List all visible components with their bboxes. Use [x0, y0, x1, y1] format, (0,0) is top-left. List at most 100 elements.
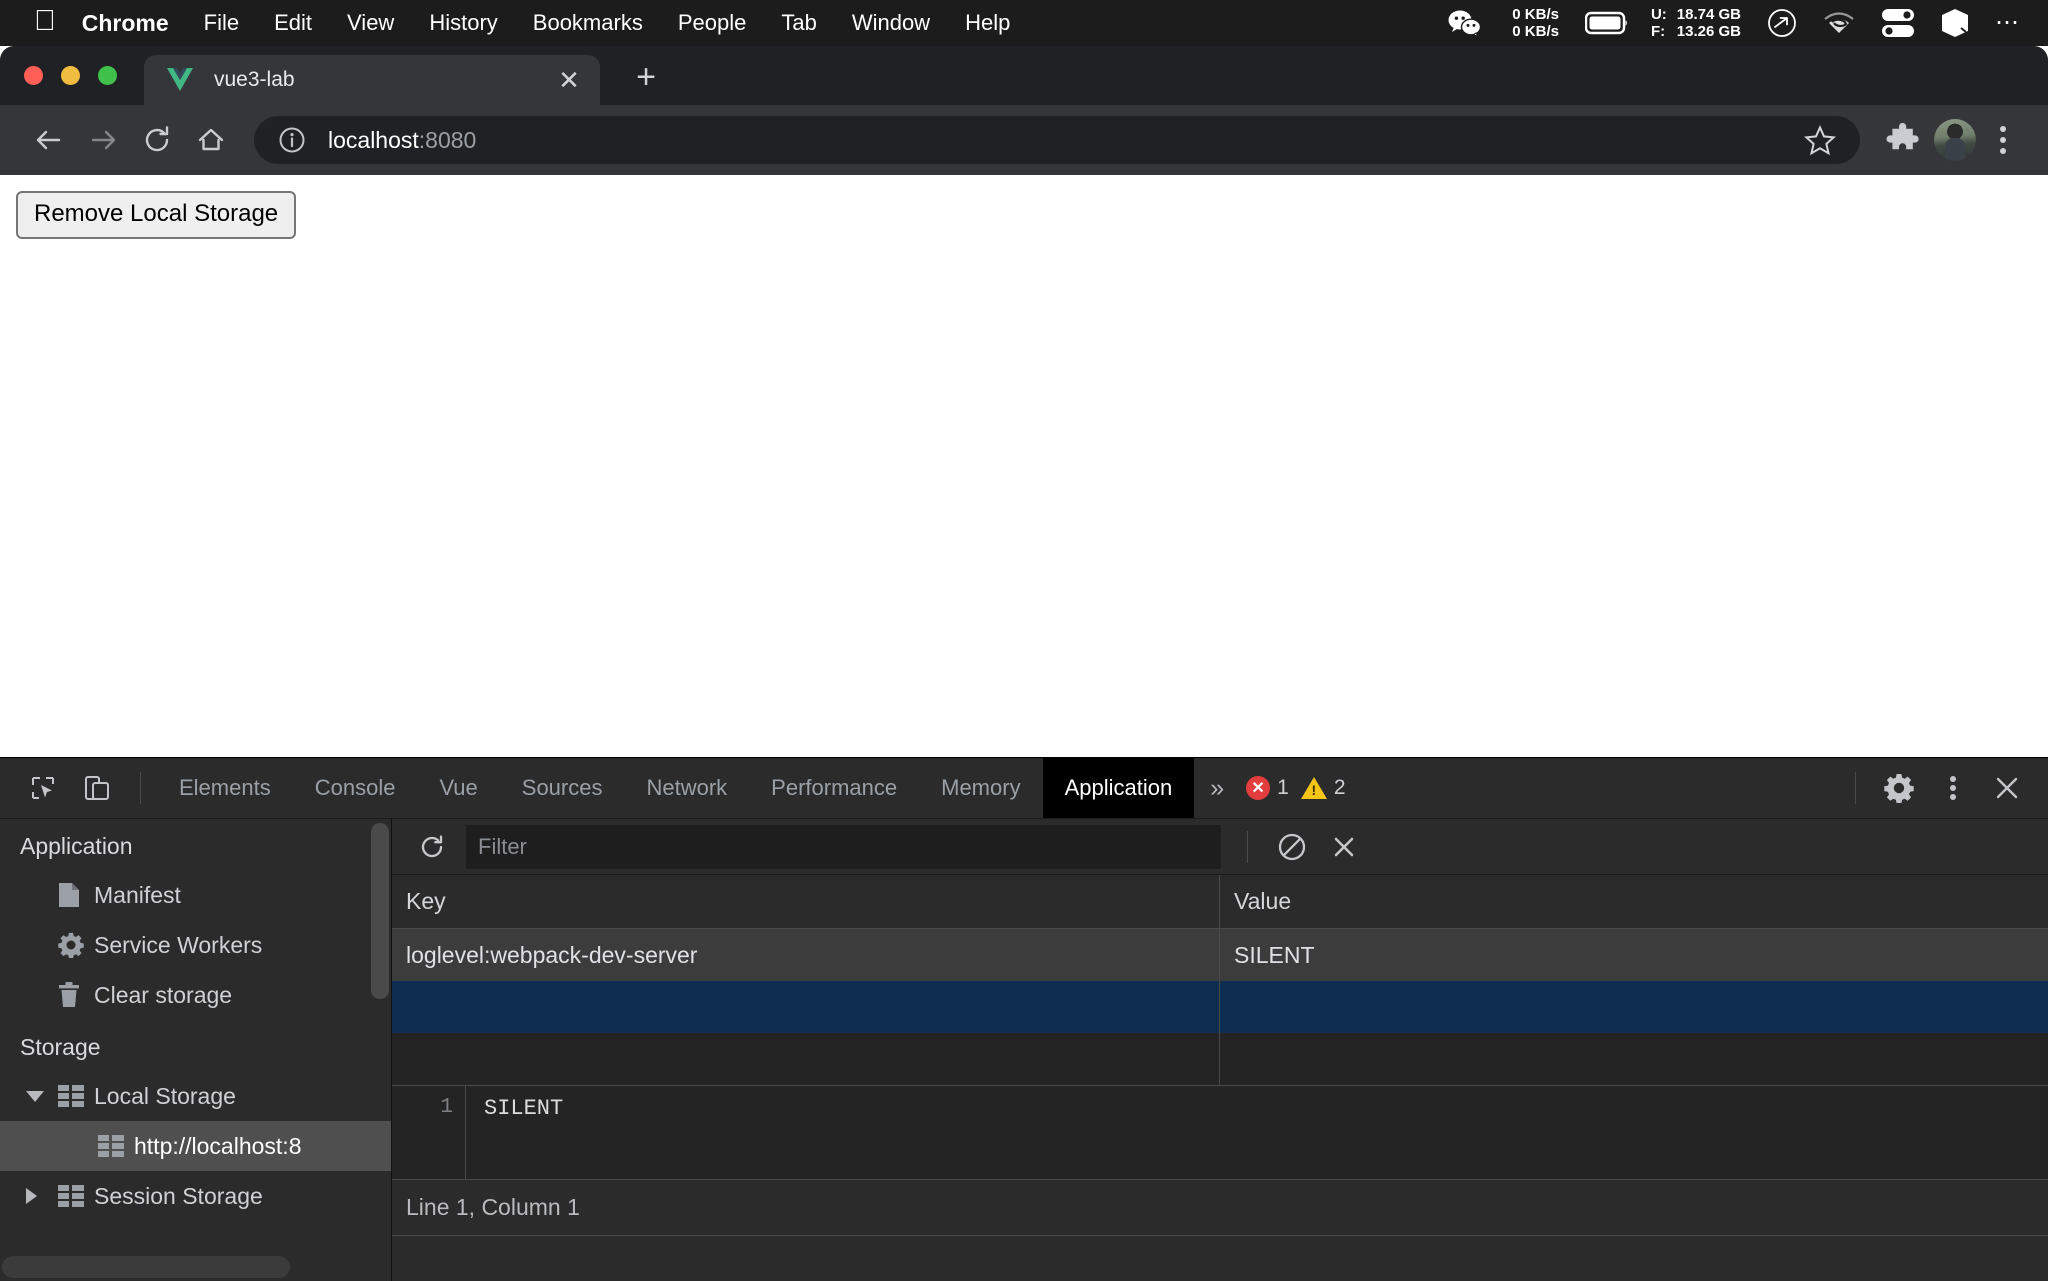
storage-toolbar [392, 819, 2048, 875]
maximize-window-button[interactable] [98, 66, 117, 85]
sidebar-item-clear-storage[interactable]: Clear storage [0, 970, 391, 1020]
memory-used-label: U: [1651, 6, 1667, 23]
window-traffic-lights [0, 66, 117, 105]
cell-value-empty [1220, 1033, 2048, 1085]
memory-free-value: 13.26 GB [1677, 23, 1741, 40]
address-bar-url: localhost:8080 [328, 127, 476, 154]
tab-network[interactable]: Network [624, 758, 749, 818]
sidebar-item-service-workers[interactable]: Service Workers [0, 920, 391, 970]
tab-memory[interactable]: Memory [919, 758, 1042, 818]
network-download-speed: 0 KB/s [1512, 23, 1559, 40]
cell-value [1220, 981, 2048, 1033]
new-tab-button[interactable]: + [626, 57, 666, 97]
page-viewport: Remove Local Storage [0, 175, 2048, 817]
preview-content[interactable]: SILENT [466, 1086, 563, 1179]
wifi-icon[interactable] [1823, 10, 1855, 36]
ellipsis-icon[interactable]: ⋯ [1995, 18, 2022, 28]
sidebar-item-local-storage[interactable]: Local Storage [0, 1071, 391, 1121]
arrow-right-icon[interactable] [76, 113, 130, 167]
sidebar-group-application: Application [0, 819, 391, 870]
sidebar-item-label: http://localhost:8 [134, 1133, 302, 1160]
url-host: localhost [328, 127, 419, 153]
memory-used-value: 18.74 GB [1677, 6, 1741, 23]
info-circle-icon[interactable] [278, 126, 306, 154]
clock-arrow-icon[interactable] [1767, 8, 1797, 38]
divider [1247, 831, 1248, 863]
menu-item-file[interactable]: File [204, 10, 239, 36]
sidebar-item-manifest[interactable]: Manifest [0, 870, 391, 920]
storage-table-header: Key Value [392, 875, 2048, 929]
tab-console[interactable]: Console [293, 758, 418, 818]
arrow-left-icon[interactable] [22, 113, 76, 167]
tab-strip: vue3-lab ✕ + [0, 46, 2048, 105]
divider [140, 772, 141, 804]
menu-item-edit[interactable]: Edit [274, 10, 312, 36]
chevron-right-icon[interactable] [26, 1188, 37, 1204]
minimize-window-button[interactable] [61, 66, 80, 85]
sidebar-item-session-storage[interactable]: Session Storage [0, 1171, 391, 1221]
table-icon [58, 1085, 94, 1107]
inspect-element-icon[interactable] [16, 758, 70, 818]
cube-icon[interactable] [1941, 8, 1969, 38]
cell-key [392, 981, 1220, 1033]
refresh-icon[interactable] [406, 825, 458, 869]
chevron-down-icon[interactable] [26, 1091, 44, 1102]
storage-main-panel: Key Value loglevel:webpack-dev-server SI… [392, 819, 2048, 1281]
tab-performance[interactable]: Performance [749, 758, 919, 818]
memory-free-label: F: [1651, 23, 1667, 40]
reload-icon[interactable] [130, 113, 184, 167]
kebab-menu-icon[interactable] [1980, 126, 2026, 154]
close-window-button[interactable] [24, 66, 43, 85]
browser-tab-vue3-lab[interactable]: vue3-lab ✕ [144, 55, 600, 105]
table-row[interactable]: loglevel:webpack-dev-server SILENT [392, 929, 2048, 981]
close-icon[interactable] [1980, 758, 2034, 818]
delete-selected-icon[interactable] [1318, 825, 1370, 869]
memory-stats: U: 18.74 GB F: 13.26 GB [1651, 6, 1741, 40]
profile-avatar[interactable] [1934, 119, 1976, 161]
devtools-tabbar-right [1839, 758, 2048, 818]
tab-sources[interactable]: Sources [500, 758, 625, 818]
warning-count-badge[interactable]: 2 [1295, 758, 1352, 818]
error-count: 1 [1277, 776, 1289, 800]
tab-vue[interactable]: Vue [417, 758, 499, 818]
tab-elements[interactable]: Elements [157, 758, 293, 818]
menu-item-history[interactable]: History [429, 10, 497, 36]
close-icon[interactable]: ✕ [552, 63, 586, 97]
clear-all-icon[interactable] [1266, 825, 1318, 869]
kebab-menu-icon[interactable] [1926, 758, 1980, 818]
tab-application[interactable]: Application [1043, 758, 1195, 818]
control-center-icon[interactable] [1881, 8, 1915, 38]
sidebar-item-label: Manifest [94, 882, 181, 909]
error-count-badge[interactable]: ✕ 1 [1240, 758, 1295, 818]
menu-item-help[interactable]: Help [965, 10, 1010, 36]
menu-item-window[interactable]: Window [852, 10, 930, 36]
sidebar-item-localhost-origin[interactable]: http://localhost:8 [0, 1121, 391, 1171]
menu-item-bookmarks[interactable]: Bookmarks [533, 10, 643, 36]
remove-local-storage-button[interactable]: Remove Local Storage [16, 191, 296, 239]
gear-icon[interactable] [1872, 758, 1926, 818]
column-header-value[interactable]: Value [1220, 875, 2048, 928]
wechat-icon[interactable] [1448, 10, 1482, 36]
more-tabs-icon[interactable]: » [1194, 758, 1240, 818]
column-header-key[interactable]: Key [392, 875, 1220, 928]
menu-item-chrome[interactable]: Chrome [82, 10, 169, 37]
home-icon[interactable] [184, 113, 238, 167]
address-bar[interactable]: localhost:8080 [254, 116, 1860, 164]
url-port: :8080 [419, 127, 477, 153]
device-toolbar-icon[interactable] [70, 758, 124, 818]
menu-item-view[interactable]: View [347, 10, 394, 36]
sidebar-horizontal-scrollbar[interactable] [2, 1256, 290, 1278]
apple-logo-icon[interactable]:  [34, 7, 56, 36]
sidebar-group-storage: Storage [0, 1020, 391, 1071]
puzzle-piece-icon[interactable] [1876, 113, 1930, 167]
menubar-status-area: 0 KB/s 0 KB/s U: 18.74 GB F: 13.26 GB [1422, 0, 2048, 46]
devtools-body: Application Manifest Service Workers Cle… [0, 819, 2048, 1281]
filter-input[interactable] [466, 825, 1221, 869]
table-row[interactable] [392, 981, 2048, 1033]
sidebar-vertical-scrollbar[interactable] [371, 823, 389, 999]
menu-item-people[interactable]: People [678, 10, 747, 36]
star-icon[interactable] [1804, 124, 1836, 156]
error-icon: ✕ [1246, 776, 1270, 800]
menu-item-tab[interactable]: Tab [781, 10, 816, 36]
battery-icon[interactable] [1585, 11, 1629, 35]
